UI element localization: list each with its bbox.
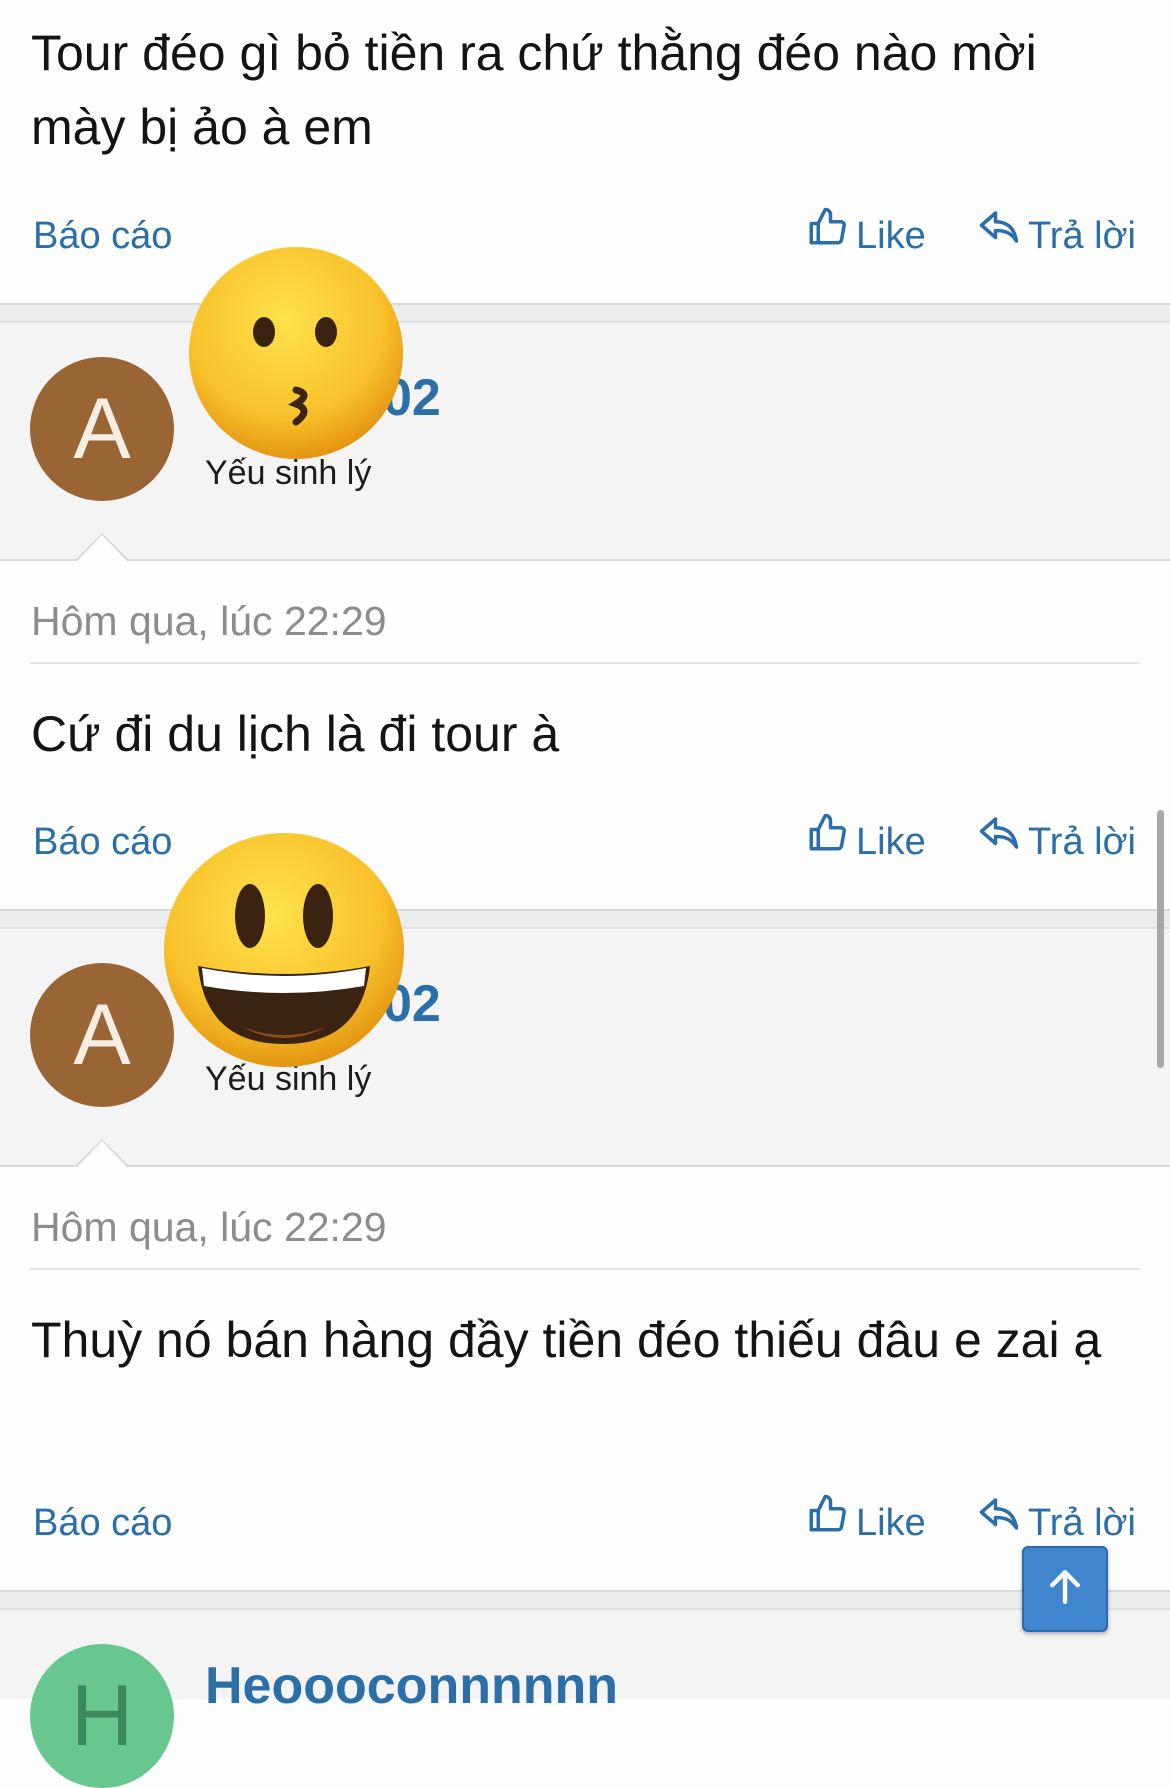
report-label: Báo cáo: [33, 215, 173, 257]
post-user-block-2: A 02 Yếu sinh lý: [0, 323, 1170, 561]
post-separator: [0, 1590, 1170, 1610]
like-label: Like: [856, 821, 926, 863]
thumbs-up-icon: [806, 1493, 848, 1553]
scroll-to-top-button[interactable]: [1022, 1546, 1108, 1632]
post-pointer: [74, 1139, 130, 1168]
avatar[interactable]: H: [30, 1644, 174, 1788]
report-link[interactable]: Báo cáo: [33, 1493, 172, 1553]
reply-arrow-icon: [978, 1493, 1020, 1553]
avatar[interactable]: A: [30, 963, 174, 1107]
reply-arrow-icon: [978, 206, 1020, 266]
post-date[interactable]: Hôm qua, lúc 22:29: [31, 1204, 387, 1251]
avatar-letter: A: [73, 987, 131, 1083]
date-divider: [30, 662, 1140, 664]
report-label: Báo cáo: [33, 821, 173, 863]
arrow-up-icon: [1043, 1565, 1087, 1614]
like-label: Like: [856, 215, 926, 257]
kissing-face-emoji: [189, 247, 403, 459]
reply-label: Trả lời: [1028, 1502, 1136, 1544]
like-button[interactable]: Like: [806, 1493, 926, 1553]
report-link[interactable]: Báo cáo: [33, 812, 172, 872]
post-date[interactable]: Hôm qua, lúc 22:29: [31, 598, 387, 645]
post-separator: [0, 303, 1170, 323]
reply-label: Trả lời: [1028, 215, 1136, 257]
date-divider: [30, 1268, 1140, 1270]
post-message-text: Cứ đi du lịch là đi tour à: [31, 706, 560, 762]
reply-arrow-icon: [978, 812, 1020, 872]
like-label: Like: [856, 1502, 926, 1544]
avatar[interactable]: A: [30, 357, 174, 501]
scrollbar[interactable]: [1157, 810, 1164, 1068]
post-actions-1: Báo cáo Like Trả lời: [0, 206, 1170, 266]
report-link[interactable]: Báo cáo: [33, 206, 172, 266]
avatar-letter: A: [73, 381, 131, 477]
report-label: Báo cáo: [33, 1502, 173, 1544]
reply-label: Trả lời: [1028, 821, 1136, 863]
like-button[interactable]: Like: [806, 206, 926, 266]
post-actions-3: Báo cáo Like Trả lời: [0, 1493, 1170, 1553]
post-user-block-4: H Heoooconnnnnn: [0, 1610, 1170, 1788]
post-pointer: [74, 533, 130, 562]
avatar-letter: H: [70, 1668, 134, 1764]
thumbs-up-icon: [806, 206, 848, 266]
reply-button[interactable]: Trả lời: [978, 206, 1136, 266]
grinning-face-emoji: [164, 833, 404, 1067]
post-message-text: Tour đéo gì bỏ tiền ra chứ thằng đéo nào…: [31, 25, 1037, 155]
like-button[interactable]: Like: [806, 812, 926, 872]
thumbs-up-icon: [806, 812, 848, 872]
post-message-text: Thuỳ nó bán hàng đầy tiền đéo thiếu đâu …: [31, 1312, 1102, 1368]
reply-button[interactable]: Trả lời: [978, 1493, 1136, 1553]
username-link[interactable]: Heoooconnnnnn: [205, 1656, 618, 1716]
reply-button[interactable]: Trả lời: [978, 812, 1136, 872]
